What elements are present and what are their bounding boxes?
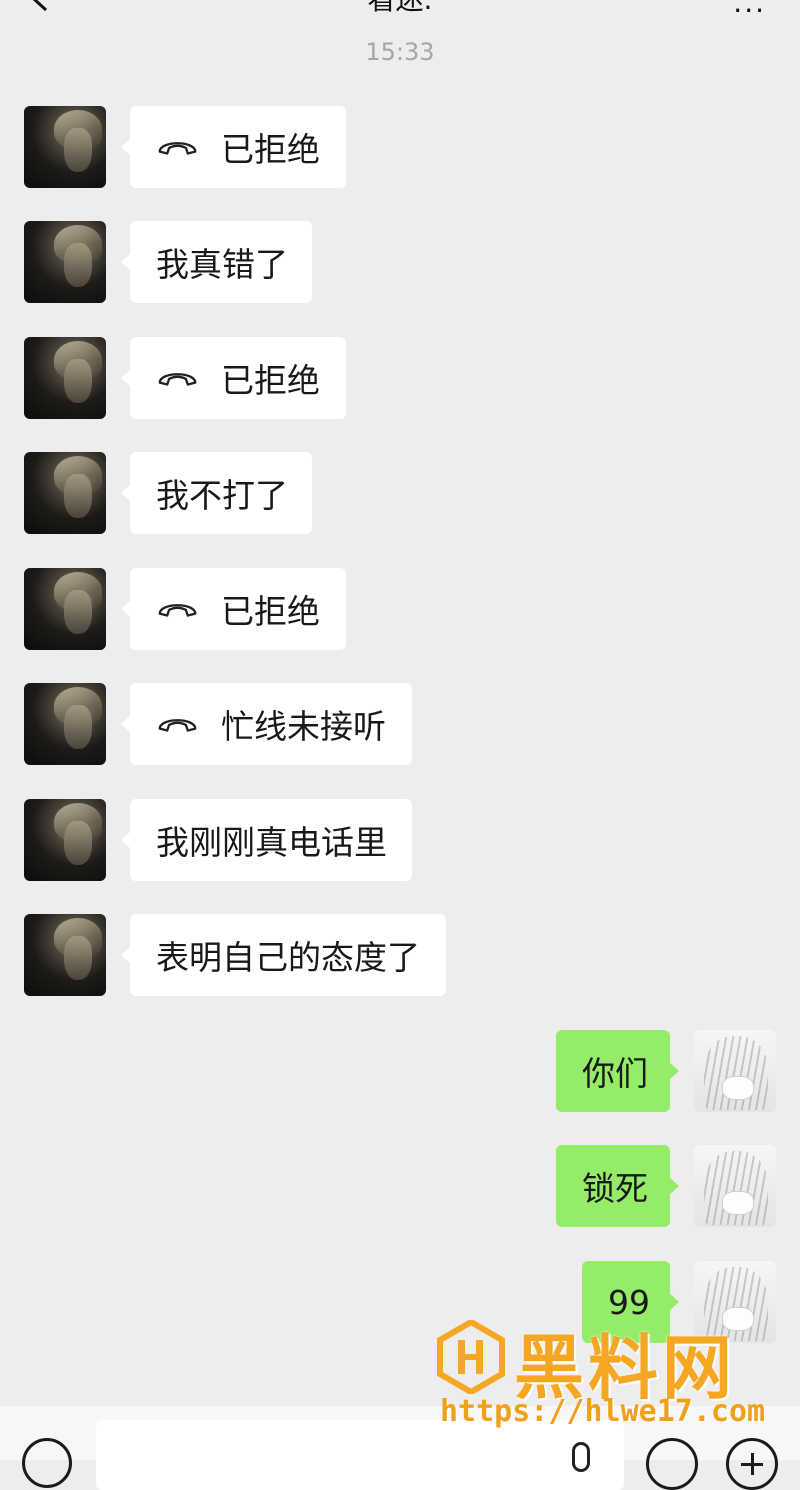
contact-avatar[interactable] [24,683,106,765]
my-avatar[interactable] [694,1030,776,1112]
call-status-text: 忙线未接听 [221,707,386,746]
watermark: 黑料网 https://hlwe17.com [436,1316,796,1436]
contact-avatar[interactable] [24,568,106,650]
call-bubble[interactable]: 忙线未接听 [121,683,412,765]
message-text: 我不打了 [156,476,288,515]
phone-hangup-icon [158,373,197,386]
call-status-text: 已拒绝 [221,592,320,631]
text-bubble-outgoing[interactable]: 你们 [556,1030,679,1112]
timestamp: 15:33 [365,38,435,66]
message-text: 你们 [582,1054,648,1093]
contact-avatar[interactable] [24,337,106,419]
chat-title: 看迷. [0,0,800,18]
call-status-text: 已拒绝 [221,361,320,400]
text-bubble[interactable]: 我不打了 [121,452,312,534]
emoji-icon[interactable] [646,1438,698,1490]
voice-input-icon[interactable] [22,1438,72,1488]
call-bubble[interactable]: 已拒绝 [121,106,346,188]
contact-avatar[interactable] [24,914,106,996]
my-avatar[interactable] [694,1145,776,1227]
text-bubble[interactable]: 我刚刚真电话里 [121,799,412,881]
watermark-logo-icon [437,1320,505,1394]
text-bubble-outgoing[interactable]: 锁死 [556,1145,679,1227]
microphone-icon[interactable] [572,1442,590,1472]
call-bubble[interactable]: 已拒绝 [121,568,346,650]
phone-hangup-icon [158,719,197,732]
contact-avatar[interactable] [24,106,106,188]
more-options-icon[interactable]: ··· [733,0,766,27]
call-status-text: 已拒绝 [221,130,320,169]
message-text: 表明自己的态度了 [156,938,420,977]
text-bubble[interactable]: 我真错了 [121,221,312,303]
contact-avatar[interactable] [24,452,106,534]
text-bubble[interactable]: 表明自己的态度了 [121,914,446,996]
contact-avatar[interactable] [24,799,106,881]
message-text: 我真错了 [156,245,288,284]
call-bubble[interactable]: 已拒绝 [121,337,346,419]
phone-hangup-icon [158,142,197,155]
message-text: 我刚刚真电话里 [156,823,387,862]
plus-icon[interactable] [726,1438,778,1490]
contact-avatar[interactable] [24,221,106,303]
watermark-url: https://hlwe17.com [440,1394,766,1429]
top-bar: 看迷. ··· [0,0,800,30]
message-text: 锁死 [582,1169,648,1208]
phone-hangup-icon [158,604,197,617]
